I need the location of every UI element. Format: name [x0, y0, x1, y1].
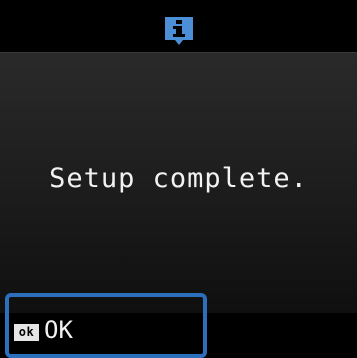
info-icon — [163, 15, 195, 47]
header-bar — [0, 0, 357, 52]
ok-button[interactable] — [5, 293, 207, 358]
message-panel: Setup complete. — [0, 52, 357, 314]
setup-complete-message: Setup complete. — [49, 163, 308, 194]
